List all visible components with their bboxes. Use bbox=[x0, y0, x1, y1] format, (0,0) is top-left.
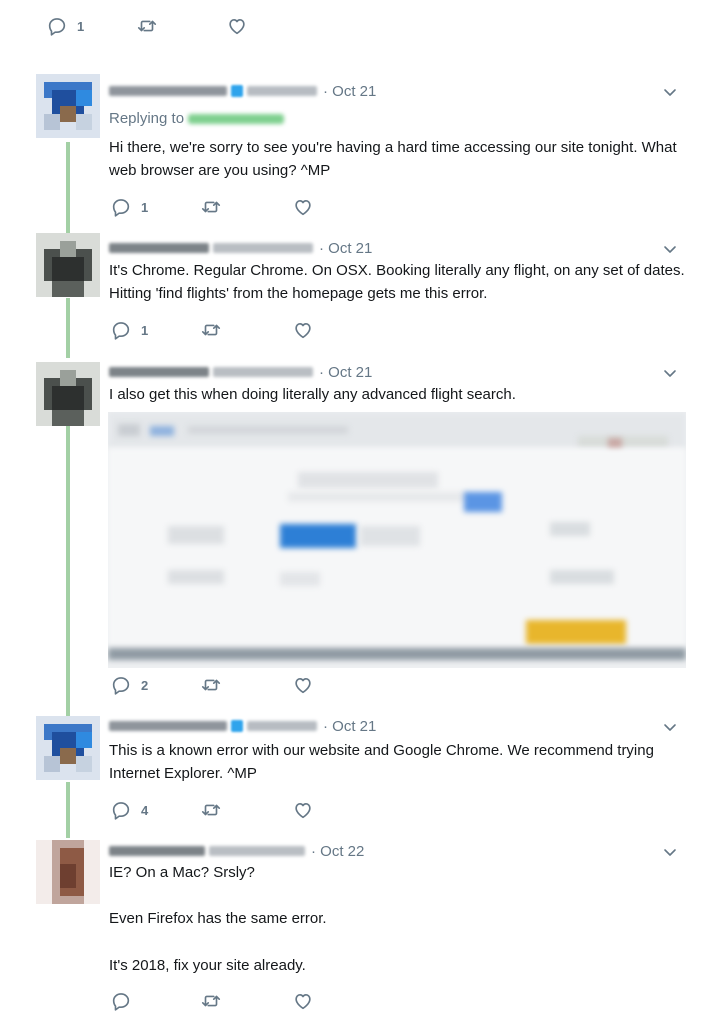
display-name[interactable] bbox=[109, 86, 227, 96]
retweet-button[interactable] bbox=[200, 989, 222, 1013]
like-button[interactable] bbox=[292, 195, 314, 219]
chevron-down-icon[interactable] bbox=[662, 844, 678, 860]
chevron-down-icon[interactable] bbox=[662, 241, 678, 257]
tweet-text-line: It's 2018, fix your site already. bbox=[109, 957, 306, 974]
chevron-down-icon[interactable] bbox=[662, 719, 678, 735]
verified-badge-icon bbox=[231, 85, 243, 97]
heart-icon bbox=[295, 323, 311, 339]
reply-icon bbox=[112, 802, 130, 820]
display-name[interactable] bbox=[109, 721, 227, 731]
top-tweet-actions: 1 bbox=[46, 14, 266, 38]
thread-line bbox=[66, 298, 70, 358]
reply-button[interactable]: 1 bbox=[46, 14, 84, 38]
tweet-date[interactable]: · Oct 21 bbox=[319, 240, 372, 257]
heart-icon bbox=[229, 19, 245, 35]
chevron-down-icon[interactable] bbox=[662, 365, 678, 381]
tweet-text: I also get this when doing literally any… bbox=[109, 386, 516, 403]
avatar[interactable] bbox=[36, 74, 100, 138]
like-button[interactable] bbox=[292, 989, 314, 1013]
heart-icon bbox=[295, 803, 311, 819]
retweet-icon bbox=[201, 324, 221, 336]
tweet-date[interactable]: · Oct 21 bbox=[323, 83, 376, 100]
retweet-button[interactable] bbox=[200, 673, 222, 697]
reply-icon bbox=[48, 18, 66, 36]
tweet-date[interactable]: · Oct 22 bbox=[311, 843, 364, 860]
user-handle[interactable] bbox=[247, 721, 317, 731]
like-button[interactable] bbox=[292, 318, 314, 342]
reply-count: 1 bbox=[141, 199, 149, 215]
retweet-button[interactable] bbox=[136, 14, 158, 38]
avatar[interactable] bbox=[36, 716, 100, 780]
tweet-text: Hi there, we're sorry to see you're havi… bbox=[109, 139, 677, 179]
reply-button[interactable]: 2 bbox=[110, 673, 148, 697]
retweet-icon bbox=[201, 201, 221, 213]
thread-line bbox=[66, 782, 70, 838]
tweet-actions: 1 bbox=[110, 195, 330, 219]
like-button[interactable] bbox=[226, 14, 248, 38]
tweet-date[interactable]: · Oct 21 bbox=[323, 718, 376, 735]
thread-line bbox=[66, 142, 70, 234]
reply-button[interactable]: 4 bbox=[110, 798, 148, 822]
reply-button[interactable]: 1 bbox=[110, 318, 148, 342]
tweet-header: · Oct 21 bbox=[109, 362, 372, 382]
retweet-icon bbox=[201, 995, 221, 1007]
tweet-text: This is a known error with our website a… bbox=[109, 742, 654, 782]
replying-to: Replying to bbox=[109, 110, 285, 127]
heart-icon bbox=[295, 200, 311, 216]
tweet-actions bbox=[110, 989, 330, 1013]
tweet-text: It's Chrome. Regular Chrome. On OSX. Boo… bbox=[109, 262, 685, 302]
tweet-actions: 4 bbox=[110, 798, 330, 822]
retweet-button[interactable] bbox=[200, 195, 222, 219]
user-handle[interactable] bbox=[209, 846, 305, 856]
reply-count: 1 bbox=[77, 18, 85, 34]
avatar[interactable] bbox=[36, 233, 100, 297]
avatar[interactable] bbox=[36, 362, 100, 426]
user-handle[interactable] bbox=[213, 243, 313, 253]
reply-icon bbox=[112, 322, 130, 340]
tweet-actions: 1 bbox=[110, 318, 330, 342]
reply-button[interactable]: 1 bbox=[110, 195, 148, 219]
tweet-actions: 2 bbox=[110, 673, 330, 697]
chevron-down-icon[interactable] bbox=[662, 84, 678, 100]
display-name[interactable] bbox=[109, 367, 209, 377]
tweet-header: · Oct 21 bbox=[109, 238, 372, 258]
retweet-icon bbox=[137, 20, 157, 32]
like-button[interactable] bbox=[292, 798, 314, 822]
retweet-icon bbox=[201, 804, 221, 816]
reply-button[interactable] bbox=[110, 989, 141, 1013]
like-button[interactable] bbox=[292, 673, 314, 697]
thread-line bbox=[66, 426, 70, 716]
reply-icon bbox=[112, 199, 130, 217]
reply-count: 2 bbox=[141, 677, 149, 693]
attached-screenshot-image[interactable] bbox=[108, 412, 686, 668]
display-name[interactable] bbox=[109, 846, 205, 856]
verified-badge-icon bbox=[231, 720, 243, 732]
user-handle[interactable] bbox=[247, 86, 317, 96]
tweet-text-line: Even Firefox has the same error. bbox=[109, 910, 327, 927]
avatar[interactable] bbox=[36, 840, 100, 904]
tweet-header: · Oct 21 bbox=[109, 81, 376, 101]
retweet-button[interactable] bbox=[200, 318, 222, 342]
retweet-button[interactable] bbox=[200, 798, 222, 822]
reply-icon bbox=[112, 677, 130, 695]
reply-count: 1 bbox=[141, 322, 149, 338]
heart-icon bbox=[295, 994, 311, 1010]
tweet-header: · Oct 22 bbox=[109, 841, 364, 861]
display-name[interactable] bbox=[109, 243, 209, 253]
retweet-icon bbox=[201, 679, 221, 691]
user-handle[interactable] bbox=[213, 367, 313, 377]
replying-to-handle[interactable] bbox=[188, 113, 285, 124]
tweet-header: · Oct 21 bbox=[109, 716, 376, 736]
replying-to-label: Replying to bbox=[109, 110, 185, 127]
tweet-date[interactable]: · Oct 21 bbox=[319, 364, 372, 381]
reply-count: 4 bbox=[141, 802, 149, 818]
heart-icon bbox=[295, 678, 311, 694]
tweet-text-line: IE? On a Mac? Srsly? bbox=[109, 864, 255, 881]
reply-icon bbox=[112, 993, 130, 1011]
